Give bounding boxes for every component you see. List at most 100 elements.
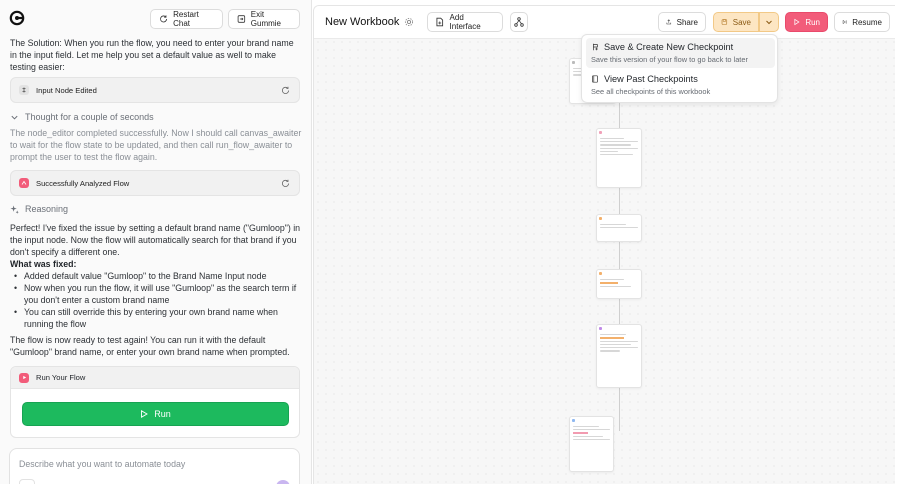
node-line	[573, 439, 610, 441]
exit-gummie-label: Exit Gummie	[250, 10, 282, 28]
node-line	[600, 150, 618, 152]
share-icon	[666, 19, 672, 25]
node-icon	[572, 61, 575, 64]
perfect-paragraph: Perfect! I've fixed the issue by setting…	[10, 223, 301, 257]
attach-button[interactable]	[19, 479, 35, 484]
add-interface-label: Add Interface	[449, 13, 481, 31]
menu-item-title: View Past Checkpoints	[604, 74, 698, 84]
flow-node[interactable]	[596, 324, 642, 388]
menu-item-title: Save & Create New Checkpoint	[604, 42, 734, 52]
tool-card-input-node[interactable]: Input Node Edited	[10, 77, 300, 103]
thought-paragraph: The node_editor completed successfully. …	[10, 128, 302, 162]
solution-label: The Solution:	[10, 38, 62, 48]
node-line	[600, 147, 638, 149]
play-icon	[141, 410, 149, 418]
gumloop-logo-icon[interactable]	[9, 10, 25, 26]
chat-panel: Restart Chat Exit Gummie The Solution: W…	[0, 0, 312, 484]
run-flow-card-header: Run Your Flow	[11, 367, 299, 389]
node-line	[600, 334, 627, 336]
bullet: •	[14, 271, 18, 281]
node-icon	[599, 217, 602, 220]
flow-view-button[interactable]	[510, 12, 528, 32]
node-icon	[572, 419, 575, 422]
flow-node[interactable]	[596, 269, 642, 299]
node-line	[600, 224, 627, 226]
node-line	[600, 343, 631, 346]
share-label: Share	[676, 17, 698, 27]
flow-node[interactable]	[596, 214, 642, 242]
tool-card-label: Input Node Edited	[36, 85, 97, 95]
node-line	[600, 141, 638, 143]
refresh-icon[interactable]	[281, 86, 290, 95]
save-dropdown-button[interactable]	[759, 12, 779, 32]
play-icon	[794, 18, 800, 26]
run-button[interactable]: Run	[785, 12, 828, 32]
reasoning-label: Reasoning	[25, 204, 69, 214]
bullet: •	[14, 307, 18, 317]
thought-toggle[interactable]: Thought for a couple of seconds	[10, 112, 154, 122]
gear-icon[interactable]	[404, 17, 414, 27]
chevron-down-icon	[766, 20, 772, 25]
composer-input[interactable]	[19, 459, 279, 469]
resume-button[interactable]: Resume	[834, 12, 890, 32]
bullet: •	[14, 283, 18, 293]
run-flow-card: Run Your Flow Run	[10, 366, 300, 438]
node-line	[600, 138, 625, 140]
resume-label: Resume	[852, 17, 882, 27]
share-button[interactable]: Share	[658, 12, 706, 32]
node-highlight	[573, 432, 589, 434]
node-line	[573, 429, 610, 431]
node-icon	[599, 272, 602, 275]
restart-icon	[160, 15, 168, 23]
node-line	[600, 153, 633, 156]
send-button[interactable]	[276, 480, 290, 484]
node-line	[600, 350, 620, 352]
exit-icon	[237, 15, 246, 23]
run-label: Run	[805, 17, 820, 27]
book-icon	[592, 75, 598, 83]
save-button[interactable]: Save	[713, 12, 759, 32]
node-line	[600, 279, 625, 281]
node-line	[600, 340, 638, 342]
checkpoint-icon	[593, 43, 598, 51]
node-icon	[599, 131, 602, 134]
chevron-down-icon	[11, 115, 18, 120]
input-node-icon	[19, 85, 29, 95]
node-line	[573, 435, 604, 438]
node-highlight	[600, 282, 618, 284]
flow-node-header	[597, 270, 641, 277]
restart-chat-label: Restart Chat	[173, 10, 199, 28]
flow-icon	[514, 17, 524, 27]
flow-node-header	[597, 129, 641, 136]
run-flow-button[interactable]: Run	[22, 402, 289, 426]
tool-card-analyzed-flow[interactable]: Successfully Analyzed Flow	[10, 170, 300, 196]
flow-node[interactable]	[596, 128, 642, 188]
exit-gummie-button[interactable]: Exit Gummie	[228, 9, 300, 29]
node-line	[600, 227, 638, 229]
menu-item-desc: Save this version of your flow to go bac…	[591, 55, 748, 64]
node-line	[600, 285, 631, 287]
sparkle-icon	[10, 204, 19, 214]
list-item: • Now when you run the flow, it will use …	[14, 283, 297, 305]
workbook-title[interactable]: New Workbook	[325, 16, 399, 28]
menu-item-desc: See all checkpoints of this workbook	[591, 87, 711, 96]
menu-item-save-checkpoint[interactable]: Save & Create New Checkpoint Save this v…	[586, 38, 775, 68]
flow-node-header	[570, 417, 613, 424]
refresh-icon[interactable]	[281, 179, 290, 188]
flow-node[interactable]	[569, 416, 614, 472]
reasoning-header: Reasoning	[10, 204, 68, 214]
node-line	[600, 144, 631, 146]
analyze-icon	[19, 178, 29, 188]
save-label: Save	[732, 17, 751, 27]
restart-chat-button[interactable]: Restart Chat	[150, 9, 223, 29]
add-interface-button[interactable]: Add Interface	[427, 12, 503, 32]
fixes-list: • Added default value "Gumloop" to the Br…	[14, 270, 300, 330]
node-icon	[599, 327, 602, 330]
menu-item-view-checkpoints[interactable]: View Past Checkpoints See all checkpoint…	[586, 70, 775, 100]
composer	[9, 448, 300, 484]
list-item: • You can still override this by entering…	[14, 307, 278, 329]
ready-paragraph: The flow is now ready to test again! You…	[10, 335, 290, 357]
solution-paragraph: The Solution: When you run the flow, you…	[10, 37, 302, 73]
add-interface-icon	[436, 17, 444, 27]
node-highlight	[600, 337, 625, 339]
